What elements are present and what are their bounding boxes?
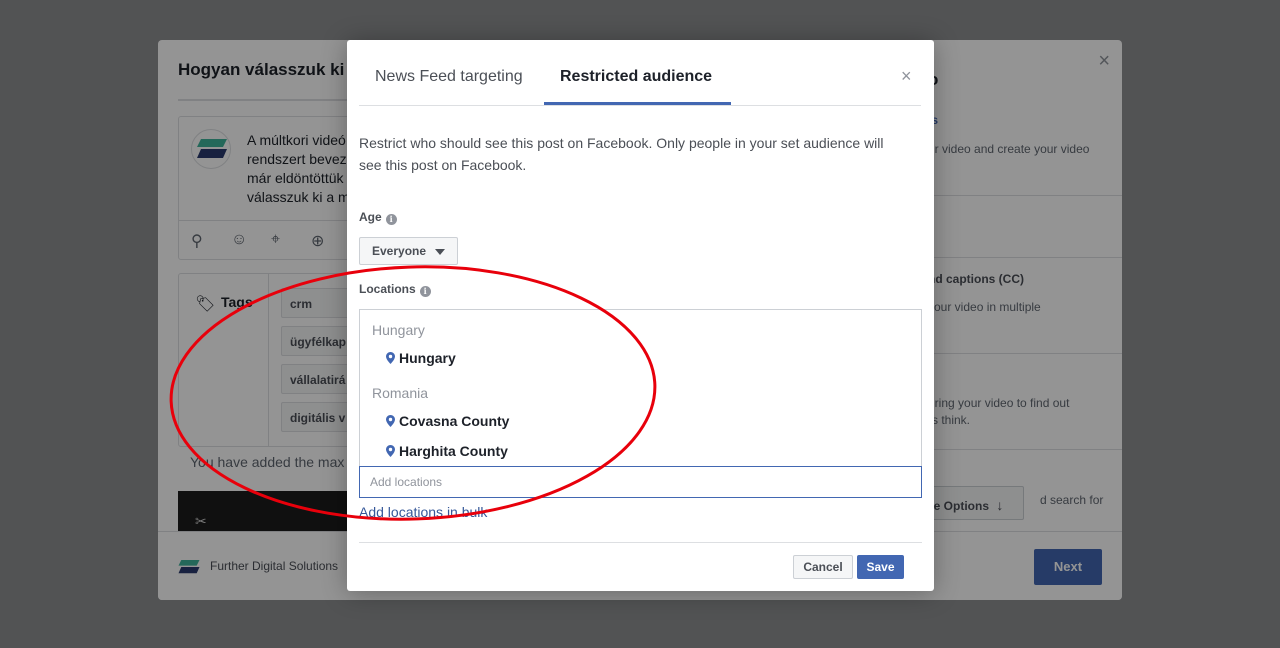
map-pin-icon (386, 415, 395, 427)
tab-news-feed-targeting[interactable]: News Feed targeting (375, 68, 523, 86)
footer-divider (359, 542, 922, 543)
caret-down-icon (435, 249, 445, 255)
close-icon[interactable]: × (901, 66, 912, 87)
location-item-label: Covasna County (399, 413, 510, 429)
save-button[interactable]: Save (857, 555, 904, 579)
selected-locations-list: Hungary Hungary Romania Covasna County H… (359, 309, 922, 467)
cancel-button[interactable]: Cancel (793, 555, 853, 579)
info-icon[interactable]: i (419, 286, 431, 297)
location-group-header: Romania (372, 385, 429, 401)
targeting-modal: News Feed targeting Restricted audience … (347, 40, 934, 591)
add-locations-in-bulk-link[interactable]: Add locations in bulk (359, 504, 487, 520)
location-item[interactable]: Harghita County (386, 443, 508, 459)
tab-bar: News Feed targeting Restricted audience (359, 40, 921, 106)
active-tab-indicator (544, 102, 731, 105)
location-item[interactable]: Covasna County (386, 413, 509, 429)
restricted-audience-description: Restrict who should see this post on Fac… (359, 135, 884, 173)
age-label-text: Age (359, 210, 382, 224)
info-icon[interactable]: i (385, 214, 397, 225)
map-pin-icon (386, 352, 395, 364)
map-pin-icon (386, 445, 395, 457)
age-label: Age i (359, 210, 397, 225)
locations-label-text: Locations (359, 282, 416, 296)
location-group-header: Hungary (372, 322, 425, 338)
locations-label: Locations i (359, 282, 431, 297)
location-item-label: Hungary (399, 350, 456, 366)
add-locations-input[interactable] (359, 466, 922, 498)
age-dropdown-value: Everyone (372, 244, 427, 258)
location-item[interactable]: Hungary (386, 350, 456, 366)
age-dropdown[interactable]: Everyone (359, 237, 458, 265)
location-item-label: Harghita County (399, 443, 508, 459)
tab-restricted-audience[interactable]: Restricted audience (560, 68, 712, 86)
